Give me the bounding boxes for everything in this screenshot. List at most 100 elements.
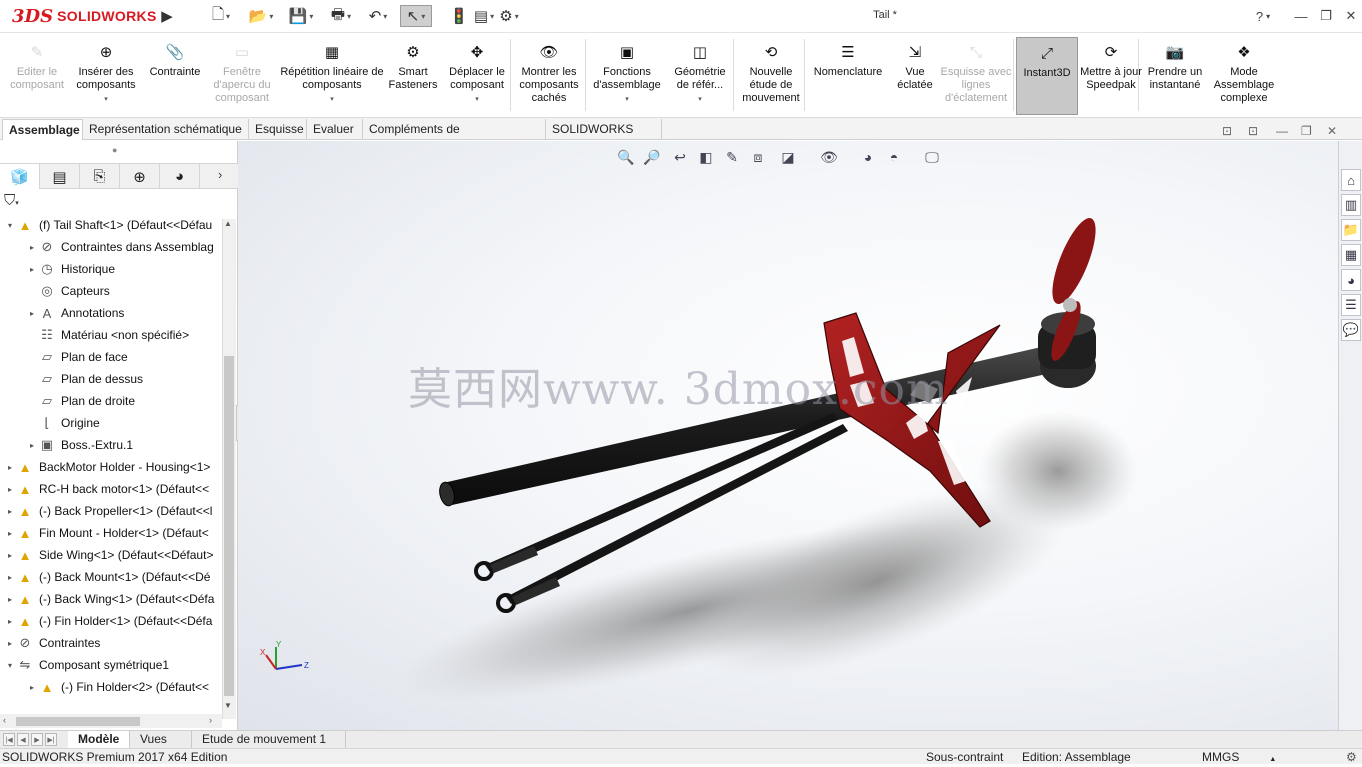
expand-toggle-icon[interactable]: ▸ xyxy=(4,639,16,648)
tree-item[interactable]: ▸ ▲ (-) Fin Holder<1> (Défaut<<Défa xyxy=(0,610,222,632)
tree-item[interactable]: ⌊ Origine xyxy=(0,412,222,434)
tree-item[interactable]: ◎ Capteurs xyxy=(0,280,222,302)
tree-item[interactable]: ▸ ▲ (-) Back Wing<1> (Défaut<<Défa xyxy=(0,588,222,610)
units-selector[interactable]: MMGS ▲ xyxy=(1202,750,1276,767)
fenetre-apercu-button[interactable]: ▭ Fenêtre d'apercu du composant xyxy=(206,37,278,115)
print-button[interactable]: 🖶 ▾ xyxy=(325,5,357,27)
expand-toggle-icon[interactable]: ▸ xyxy=(26,265,38,274)
tree-item[interactable]: ▸ A Annotations xyxy=(0,302,222,324)
expand-toggle-icon[interactable]: ▸ xyxy=(4,485,16,494)
tab-dimxpertmanager[interactable]: ⊕ xyxy=(120,164,160,189)
speedpak-button[interactable]: ⟳ Mettre à jour Speedpak xyxy=(1080,37,1142,115)
rebuild-status-icon[interactable]: ⚙ xyxy=(1346,750,1357,764)
tree-horizontal-scroll-thumb[interactable] xyxy=(16,717,140,726)
tree-item[interactable]: ▸ ▲ Side Wing<1> (Défaut<<Défaut> xyxy=(0,544,222,566)
scroll-up-icon[interactable]: ▲ xyxy=(224,219,232,228)
tree-item[interactable]: ▸ ▲ (-) Fin Holder<2> (Défaut<< xyxy=(0,676,222,698)
scroll-down-icon[interactable]: ▼ xyxy=(224,701,232,710)
forum-tab[interactable]: 💬 xyxy=(1341,319,1361,341)
last-tab-icon[interactable]: ▶| xyxy=(45,733,57,746)
document-minimize-icon[interactable]: — xyxy=(1276,124,1288,138)
solidworks-resources-tab[interactable]: ⌂ xyxy=(1341,169,1361,191)
tree-item[interactable]: ▸ ▲ BackMotor Holder - Housing<1> xyxy=(0,456,222,478)
expand-toggle-icon[interactable]: ▸ xyxy=(26,243,38,252)
prev-tab-icon[interactable]: ◀ xyxy=(17,733,29,746)
dropdown-arrow-icon[interactable]: ▾ xyxy=(475,93,479,106)
dropdown-arrow-icon[interactable]: ▾ xyxy=(269,12,273,21)
tab-featuremanager[interactable]: 🧊 xyxy=(0,164,40,189)
tree-item[interactable]: ▸ ▲ Fin Mount - Holder<1> (Défaut< xyxy=(0,522,222,544)
help-button[interactable]: ? ▾ xyxy=(1252,5,1274,27)
editer-composant-button[interactable]: ✎ Editer le composant xyxy=(4,37,70,115)
dropdown-arrow-icon[interactable]: ▾ xyxy=(698,93,702,106)
graphics-area[interactable]: 🔍 🔎 ↩ ◧ ✎ ⧈ ◪ 👁 ◕ ◓ 🖵 莫西网www. 3dmox.com … xyxy=(238,141,1338,730)
tab-configurationmanager[interactable]: ⎘ xyxy=(80,164,120,189)
tab-assemblage[interactable]: Assemblage xyxy=(2,119,83,140)
tree-vertical-scroll-thumb[interactable] xyxy=(224,356,234,696)
esquisse-lignes-eclatement-button[interactable]: ⤡ Esquisse avec lignes d'éclatement xyxy=(940,37,1012,115)
bottom-tab-mod-le[interactable]: Modèle xyxy=(68,731,130,748)
tree-item[interactable]: ▸ ⊘ Contraintes dans Assemblag xyxy=(0,236,222,258)
panel-tabs-more-icon[interactable]: › xyxy=(218,167,222,182)
menu-arrow-button[interactable]: ▶ xyxy=(160,5,174,27)
expand-toggle-icon[interactable]: ▸ xyxy=(26,683,38,692)
tree-item[interactable]: ▸ ◷ Historique xyxy=(0,258,222,280)
dropdown-arrow-icon[interactable]: ▾ xyxy=(347,12,351,21)
tree-item[interactable]: ▱ Plan de face xyxy=(0,346,222,368)
tab-compl-ments-de-solidworks[interactable]: Compléments de SOLIDWORKS xyxy=(363,119,546,156)
tree-item[interactable]: ▸ ▲ (-) Back Propeller<1> (Défaut<<l xyxy=(0,500,222,522)
bottom-tab-etude-de-mouvement-1[interactable]: Etude de mouvement 1 xyxy=(192,731,346,748)
dropdown-arrow-icon[interactable]: ▾ xyxy=(421,12,425,21)
expand-toggle-icon[interactable]: ▸ xyxy=(26,309,38,318)
viewport-previous-icon[interactable]: ⊡ xyxy=(1222,124,1232,138)
expand-toggle-icon[interactable]: ▸ xyxy=(4,551,16,560)
solidworks-logo[interactable]: 3DS SOLIDWORKS xyxy=(12,4,156,28)
close-button[interactable]: ✕ xyxy=(1340,5,1362,27)
view-palette-tab[interactable]: ▦ xyxy=(1341,244,1361,266)
montrer-composants-caches-button[interactable]: 👁 Montrer les composants cachés xyxy=(513,37,585,115)
vue-eclatee-button[interactable]: ⇲ Vue éclatée xyxy=(890,37,940,115)
smart-fasteners-button[interactable]: ⚙ Smart Fasteners xyxy=(386,37,440,115)
minimize-button[interactable]: — xyxy=(1290,5,1312,27)
bottom-tab-vues-3d[interactable]: Vues 3D xyxy=(130,731,192,762)
open-folder-button[interactable]: 📂 ▾ xyxy=(245,5,277,27)
fonctions-assemblage-button[interactable]: ▣ Fonctions d'assemblage ▾ xyxy=(587,37,667,115)
tab-solidworks-mbd[interactable]: SOLIDWORKS MBD xyxy=(546,119,662,156)
panel-grip[interactable]: ● xyxy=(112,145,122,155)
tree-item[interactable]: ▱ Plan de dessus xyxy=(0,368,222,390)
tab-displaymanager[interactable]: ◕ xyxy=(160,164,200,189)
scroll-right-icon[interactable]: › xyxy=(209,715,212,725)
tail-assembly-model[interactable] xyxy=(238,141,1338,730)
assemblage-complexe-button[interactable]: ❖ Mode Assemblage complexe xyxy=(1208,37,1280,115)
contrainte-button[interactable]: 📎 Contrainte xyxy=(140,37,210,115)
restore-button[interactable]: ❐ xyxy=(1315,5,1337,27)
expand-toggle-icon[interactable]: ▸ xyxy=(4,463,16,472)
dropdown-arrow-icon[interactable]: ▾ xyxy=(309,12,313,21)
select-pointer-button[interactable]: ↖ ▾ xyxy=(400,5,432,27)
tree-item[interactable]: ▸ ⊘ Contraintes xyxy=(0,632,222,654)
file-explorer-tab[interactable]: 📁 xyxy=(1341,219,1361,241)
tab-evaluer[interactable]: Evaluer xyxy=(307,119,363,140)
appearances-tab[interactable]: ◕ xyxy=(1341,269,1361,291)
tab-repr-sentation-sch-matique[interactable]: Représentation schématique xyxy=(83,119,249,140)
first-tab-icon[interactable]: |◀ xyxy=(3,733,15,746)
dropdown-arrow-icon[interactable]: ▾ xyxy=(104,93,108,106)
nouvelle-etude-mouvement-button[interactable]: ⟲ Nouvelle étude de mouvement xyxy=(738,37,804,115)
expand-toggle-icon[interactable]: ▸ xyxy=(4,595,16,604)
design-library-tab[interactable]: ▥ xyxy=(1341,194,1361,216)
repetition-lineaire-button[interactable]: ▦ Répétition linéaire de composants ▾ xyxy=(278,37,386,115)
deplacer-composant-button[interactable]: ✥ Déplacer le composant ▾ xyxy=(440,37,514,115)
expand-toggle-icon[interactable]: ▾ xyxy=(4,661,16,670)
expand-toggle-icon[interactable]: ▸ xyxy=(4,507,16,516)
nomenclature-button[interactable]: ☰ Nomenclature xyxy=(806,37,890,115)
save-button[interactable]: 💾 ▾ xyxy=(285,5,317,27)
document-close-icon[interactable]: ✕ xyxy=(1327,124,1337,138)
new-document-button[interactable]: 🗋 ▾ xyxy=(205,5,237,27)
geometrie-reference-button[interactable]: ◫ Géométrie de référ... ▾ xyxy=(667,37,733,115)
tree-item[interactable]: ▾ ▲ (f) Tail Shaft<1> (Défaut<<Défau xyxy=(0,214,222,236)
tree-item[interactable]: ☷ Matériau <non spécifié> xyxy=(0,324,222,346)
custom-properties-tab[interactable]: ☰ xyxy=(1341,294,1361,316)
dropdown-arrow-icon[interactable]: ▾ xyxy=(226,12,230,21)
document-restore-icon[interactable]: ❐ xyxy=(1301,124,1312,138)
dropdown-arrow-icon[interactable]: ▾ xyxy=(330,93,334,106)
